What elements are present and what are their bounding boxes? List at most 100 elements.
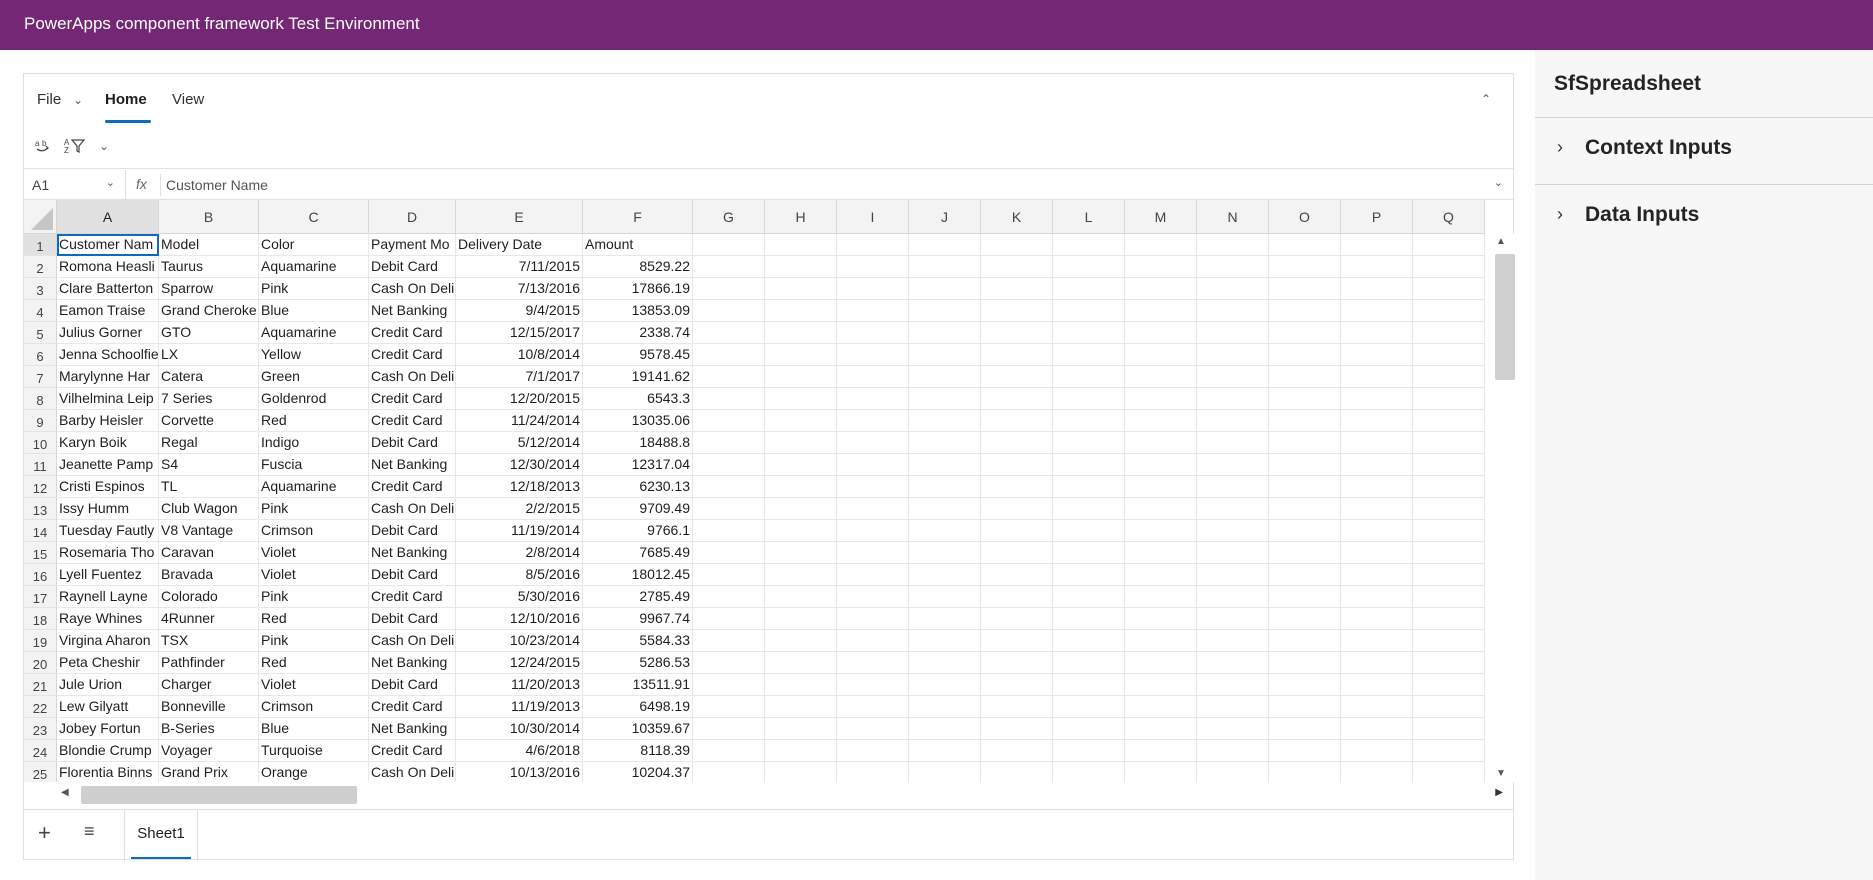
grid-cell[interactable] xyxy=(1413,586,1485,608)
row-header[interactable]: 15 xyxy=(24,542,57,564)
grid-cell[interactable]: TL xyxy=(159,476,259,498)
clear-format-icon[interactable]: ab xyxy=(34,137,52,159)
grid-cell[interactable]: 7/13/2016 xyxy=(456,278,583,300)
grid-cell[interactable]: 6230.13 xyxy=(583,476,693,498)
grid-cell[interactable] xyxy=(1341,564,1413,586)
grid-cell[interactable] xyxy=(837,674,909,696)
grid-cell[interactable]: Payment Mo xyxy=(369,234,456,256)
row-header[interactable]: 19 xyxy=(24,630,57,652)
grid-cell[interactable] xyxy=(981,630,1053,652)
grid-cell[interactable] xyxy=(1269,388,1341,410)
grid-cell[interactable]: Debit Card xyxy=(369,432,456,454)
grid-cell[interactable]: Debit Card xyxy=(369,520,456,542)
grid-cell[interactable] xyxy=(981,652,1053,674)
grid-cell[interactable]: 19141.62 xyxy=(583,366,693,388)
row-header[interactable]: 9 xyxy=(24,410,57,432)
grid-cell[interactable] xyxy=(1413,608,1485,630)
grid-cell[interactable] xyxy=(1197,256,1269,278)
grid-cell[interactable] xyxy=(1197,586,1269,608)
grid-cell[interactable]: Green xyxy=(259,366,369,388)
grid-cell[interactable]: 13511.91 xyxy=(583,674,693,696)
grid-cell[interactable] xyxy=(981,542,1053,564)
grid-cell[interactable]: Credit Card xyxy=(369,740,456,762)
grid-cell[interactable]: Charger xyxy=(159,674,259,696)
grid-cell[interactable] xyxy=(765,234,837,256)
grid-cell[interactable] xyxy=(1197,300,1269,322)
grid-cell[interactable] xyxy=(981,410,1053,432)
grid-cell[interactable] xyxy=(1125,740,1197,762)
grid-cell[interactable]: 11/19/2014 xyxy=(456,520,583,542)
grid-cell[interactable]: 9578.45 xyxy=(583,344,693,366)
grid-cell[interactable]: 12317.04 xyxy=(583,454,693,476)
row-header[interactable]: 1 xyxy=(24,234,57,256)
grid-cell[interactable]: 10359.67 xyxy=(583,718,693,740)
grid-cell[interactable]: Orange xyxy=(259,762,369,782)
grid-cell[interactable] xyxy=(1269,652,1341,674)
tab-file[interactable]: File xyxy=(37,91,61,108)
grid-cell[interactable] xyxy=(837,410,909,432)
grid-cell[interactable]: Fuscia xyxy=(259,454,369,476)
grid-cell[interactable] xyxy=(981,278,1053,300)
grid-cell[interactable]: 7685.49 xyxy=(583,542,693,564)
grid-cell[interactable] xyxy=(837,542,909,564)
grid-cell[interactable] xyxy=(909,410,981,432)
grid-cell[interactable] xyxy=(1269,630,1341,652)
grid-cell[interactable] xyxy=(909,476,981,498)
grid-cell[interactable] xyxy=(1269,674,1341,696)
grid-cell[interactable]: Credit Card xyxy=(369,410,456,432)
grid-cell[interactable] xyxy=(909,564,981,586)
grid-cell[interactable]: 9766.1 xyxy=(583,520,693,542)
grid-cell[interactable] xyxy=(1269,762,1341,782)
grid-cell[interactable] xyxy=(837,388,909,410)
grid-cell[interactable] xyxy=(909,762,981,782)
grid-cell[interactable]: 13035.06 xyxy=(583,410,693,432)
grid-cell[interactable] xyxy=(1413,322,1485,344)
grid-cell[interactable] xyxy=(1125,300,1197,322)
grid-cell[interactable]: Turquoise xyxy=(259,740,369,762)
grid-cell[interactable] xyxy=(1413,762,1485,782)
grid-cell[interactable]: Florentia Binns xyxy=(57,762,159,782)
grid-cell[interactable] xyxy=(981,498,1053,520)
grid-cell[interactable] xyxy=(1197,762,1269,782)
grid-cell[interactable] xyxy=(693,542,765,564)
grid-cell[interactable]: Goldenrod xyxy=(259,388,369,410)
grid-cell[interactable] xyxy=(693,278,765,300)
grid-cell[interactable] xyxy=(1413,388,1485,410)
grid-cell[interactable] xyxy=(837,586,909,608)
grid-cell[interactable]: Crimson xyxy=(259,520,369,542)
grid-cell[interactable] xyxy=(765,630,837,652)
grid-cell[interactable]: Credit Card xyxy=(369,344,456,366)
grid-cell[interactable] xyxy=(1197,454,1269,476)
row-header[interactable]: 17 xyxy=(24,586,57,608)
grid-cell[interactable] xyxy=(765,278,837,300)
grid-cell[interactable] xyxy=(1413,498,1485,520)
grid-cell[interactable]: Pink xyxy=(259,586,369,608)
grid-cell[interactable] xyxy=(837,366,909,388)
function-icon[interactable]: fx xyxy=(136,176,147,192)
grid-cell[interactable]: 4Runner xyxy=(159,608,259,630)
grid-cell[interactable] xyxy=(981,366,1053,388)
grid-cell[interactable] xyxy=(765,256,837,278)
grid-cell[interactable] xyxy=(1053,520,1125,542)
grid-cell[interactable] xyxy=(1413,520,1485,542)
grid-cell[interactable] xyxy=(1053,322,1125,344)
grid-cell[interactable]: Jobey Fortun xyxy=(57,718,159,740)
grid-cell[interactable] xyxy=(837,234,909,256)
column-header[interactable]: E xyxy=(456,200,583,234)
grid-cell[interactable] xyxy=(1413,630,1485,652)
grid-cell[interactable] xyxy=(693,366,765,388)
grid-cell[interactable] xyxy=(1413,542,1485,564)
grid-cell[interactable] xyxy=(1341,740,1413,762)
grid-cell[interactable] xyxy=(693,630,765,652)
grid-cell[interactable] xyxy=(909,278,981,300)
grid-cell[interactable] xyxy=(909,366,981,388)
grid-cell[interactable] xyxy=(1197,564,1269,586)
sheet-tab[interactable]: Sheet1 xyxy=(124,810,198,861)
grid-cell[interactable] xyxy=(837,432,909,454)
grid-cell[interactable]: 17866.19 xyxy=(583,278,693,300)
grid-cell[interactable]: 12/10/2016 xyxy=(456,608,583,630)
grid-cell[interactable] xyxy=(765,740,837,762)
select-all-corner[interactable] xyxy=(24,200,57,234)
grid-cell[interactable]: Lyell Fuentez xyxy=(57,564,159,586)
grid-cell[interactable] xyxy=(693,674,765,696)
